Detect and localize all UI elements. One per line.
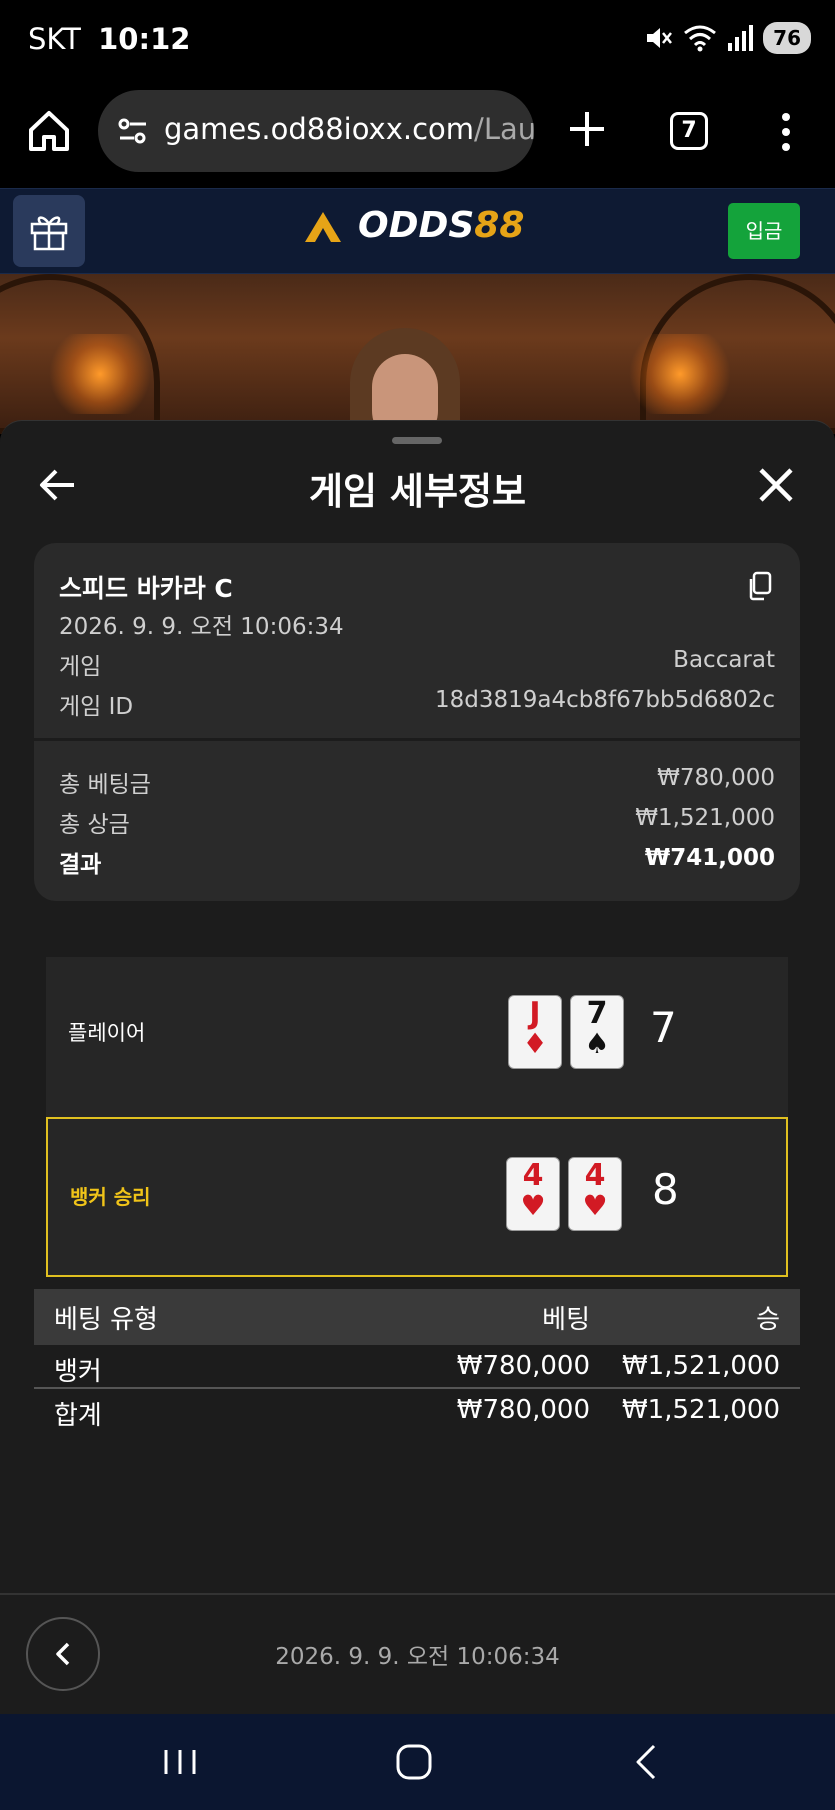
summary-value: ₩741,000 <box>644 845 775 871</box>
amount-summary-section: 총 베팅금 ₩780,000 총 상금 ₩1,521,000 결과 ₩741,0… <box>34 741 800 901</box>
playing-card: J ♦ <box>508 995 562 1069</box>
summary-row-result: 결과 ₩741,000 <box>59 845 775 879</box>
sheet-footer: 2026. 9. 9. 오전 10:06:34 <box>0 1593 835 1715</box>
header-bet-type: 베팅 유형 <box>54 1305 158 1335</box>
banker-hand-row: 뱅커 승리 4 ♥ 4 ♥ 8 <box>46 1117 788 1277</box>
system-back-icon[interactable] <box>632 1742 662 1782</box>
url-domain: games.od88ioxx.com <box>164 112 475 146</box>
card-rank: J <box>529 996 541 1031</box>
summary-label: 결과 <box>59 852 102 878</box>
gift-button[interactable] <box>13 195 85 267</box>
cell-bet: ₩780,000 <box>456 1395 590 1425</box>
home-button-icon[interactable] <box>394 1742 434 1782</box>
status-bar: SKT 10:12 76 <box>0 0 835 80</box>
detail-value: Baccarat <box>673 647 775 673</box>
bet-table: 베팅 유형 베팅 승 뱅커 ₩780,000 ₩1,521,000 합계 ₩78… <box>34 1289 800 1433</box>
address-bar[interactable]: games.od88ioxx.com/Laun <box>98 90 534 172</box>
playing-card: 7 ♠ <box>570 995 624 1069</box>
site-logo[interactable]: ODDS88 <box>302 205 524 246</box>
more-menu-icon[interactable] <box>776 112 796 152</box>
cell-win: ₩1,521,000 <box>621 1351 780 1381</box>
signal-icon <box>728 25 754 51</box>
header-bet: 베팅 <box>542 1305 590 1335</box>
live-video-background <box>0 274 835 434</box>
logo-number: 88 <box>474 205 525 246</box>
detail-row-game: 게임 Baccarat <box>59 647 775 681</box>
cell-bet-type: 뱅커 <box>54 1357 102 1387</box>
detail-label: 게임 <box>59 654 102 680</box>
detail-label: 게임 ID <box>59 694 134 720</box>
card-suit: ♠ <box>584 1027 610 1060</box>
logo-mark-icon <box>305 211 341 242</box>
drag-handle[interactable] <box>392 437 442 444</box>
summary-label: 총 베팅금 <box>59 772 151 798</box>
logo-word: ODDS <box>358 205 475 246</box>
gift-icon <box>30 216 68 251</box>
card-rank: 4 <box>584 1158 606 1193</box>
summary-row-total-bet: 총 베팅금 ₩780,000 <box>59 765 775 799</box>
table-row-total: 합계 ₩780,000 ₩1,521,000 <box>34 1389 800 1433</box>
game-info-card: 스피드 바카라 C 2026. 9. 9. 오전 10:06:34 게임 Bac… <box>34 543 800 901</box>
summary-value: ₩780,000 <box>657 765 775 791</box>
site-header: ODDS88 입금 <box>0 188 835 274</box>
detail-value: 18d3819a4cb8f67bb5d6802c <box>435 687 775 713</box>
logo-text: ODDS88 <box>358 205 524 246</box>
mute-icon <box>647 28 673 48</box>
card-suit: ♥ <box>520 1189 546 1222</box>
lamp-glow <box>40 334 160 414</box>
game-name: 스피드 바카라 C <box>59 574 233 603</box>
browser-toolbar: games.od88ioxx.com/Laun 7 <box>0 80 835 188</box>
card-suit: ♥ <box>582 1189 608 1222</box>
cell-bet-type: 합계 <box>54 1401 102 1431</box>
copy-icon[interactable] <box>746 571 772 601</box>
url-path: /Laun <box>474 112 534 146</box>
table-row: 뱅커 ₩780,000 ₩1,521,000 <box>34 1345 800 1389</box>
bet-table-header: 베팅 유형 베팅 승 <box>34 1289 800 1345</box>
game-details-sheet: 게임 세부정보 스피드 바카라 C 2026. 9. 9. 오전 10:06:3… <box>0 420 835 1714</box>
summary-label: 총 상금 <box>59 812 130 838</box>
game-datetime: 2026. 9. 9. 오전 10:06:34 <box>59 614 344 640</box>
summary-row-total-win: 총 상금 ₩1,521,000 <box>59 805 775 839</box>
cell-win: ₩1,521,000 <box>621 1395 780 1425</box>
detail-row-game-id: 게임 ID 18d3819a4cb8f67bb5d6802c <box>59 687 775 721</box>
recent-apps-icon[interactable] <box>162 1742 198 1782</box>
deposit-button[interactable]: 입금 <box>728 203 800 259</box>
status-left: SKT 10:12 <box>28 22 190 56</box>
player-hand-row: 플레이어 J ♦ 7 ♠ 7 <box>46 957 788 1117</box>
card-suit: ♦ <box>522 1027 548 1060</box>
wifi-icon <box>684 25 717 52</box>
playing-card: 4 ♥ <box>568 1157 622 1231</box>
game-info-section: 스피드 바카라 C 2026. 9. 9. 오전 10:06:34 게임 Bac… <box>34 543 800 741</box>
banker-win-label: 뱅커 승리 <box>70 1185 151 1209</box>
carrier-label: SKT <box>28 22 81 56</box>
sheet-title: 게임 세부정보 <box>308 470 527 513</box>
footer-datetime: 2026. 9. 9. 오전 10:06:34 <box>275 1644 560 1670</box>
system-nav-bar <box>0 1714 835 1810</box>
card-rank: 4 <box>522 1158 544 1193</box>
player-score: 7 <box>650 1003 677 1052</box>
header-win: 승 <box>756 1305 780 1335</box>
status-icons: 76 <box>643 22 811 54</box>
home-icon[interactable] <box>26 108 72 154</box>
new-tab-icon[interactable] <box>566 108 608 150</box>
site-settings-icon[interactable] <box>116 114 150 148</box>
lamp-glow <box>620 334 740 414</box>
battery-indicator: 76 <box>763 22 811 54</box>
cell-bet: ₩780,000 <box>456 1351 590 1381</box>
player-label: 플레이어 <box>68 1021 146 1045</box>
card-rank: 7 <box>586 996 608 1031</box>
banker-score: 8 <box>652 1165 679 1214</box>
playing-card: 4 ♥ <box>506 1157 560 1231</box>
tab-switcher-button[interactable]: 7 <box>670 112 708 150</box>
clock: 10:12 <box>98 22 191 56</box>
close-icon[interactable] <box>756 465 796 505</box>
url-text: games.od88ioxx.com/Laun <box>164 112 534 146</box>
summary-value: ₩1,521,000 <box>635 805 775 831</box>
